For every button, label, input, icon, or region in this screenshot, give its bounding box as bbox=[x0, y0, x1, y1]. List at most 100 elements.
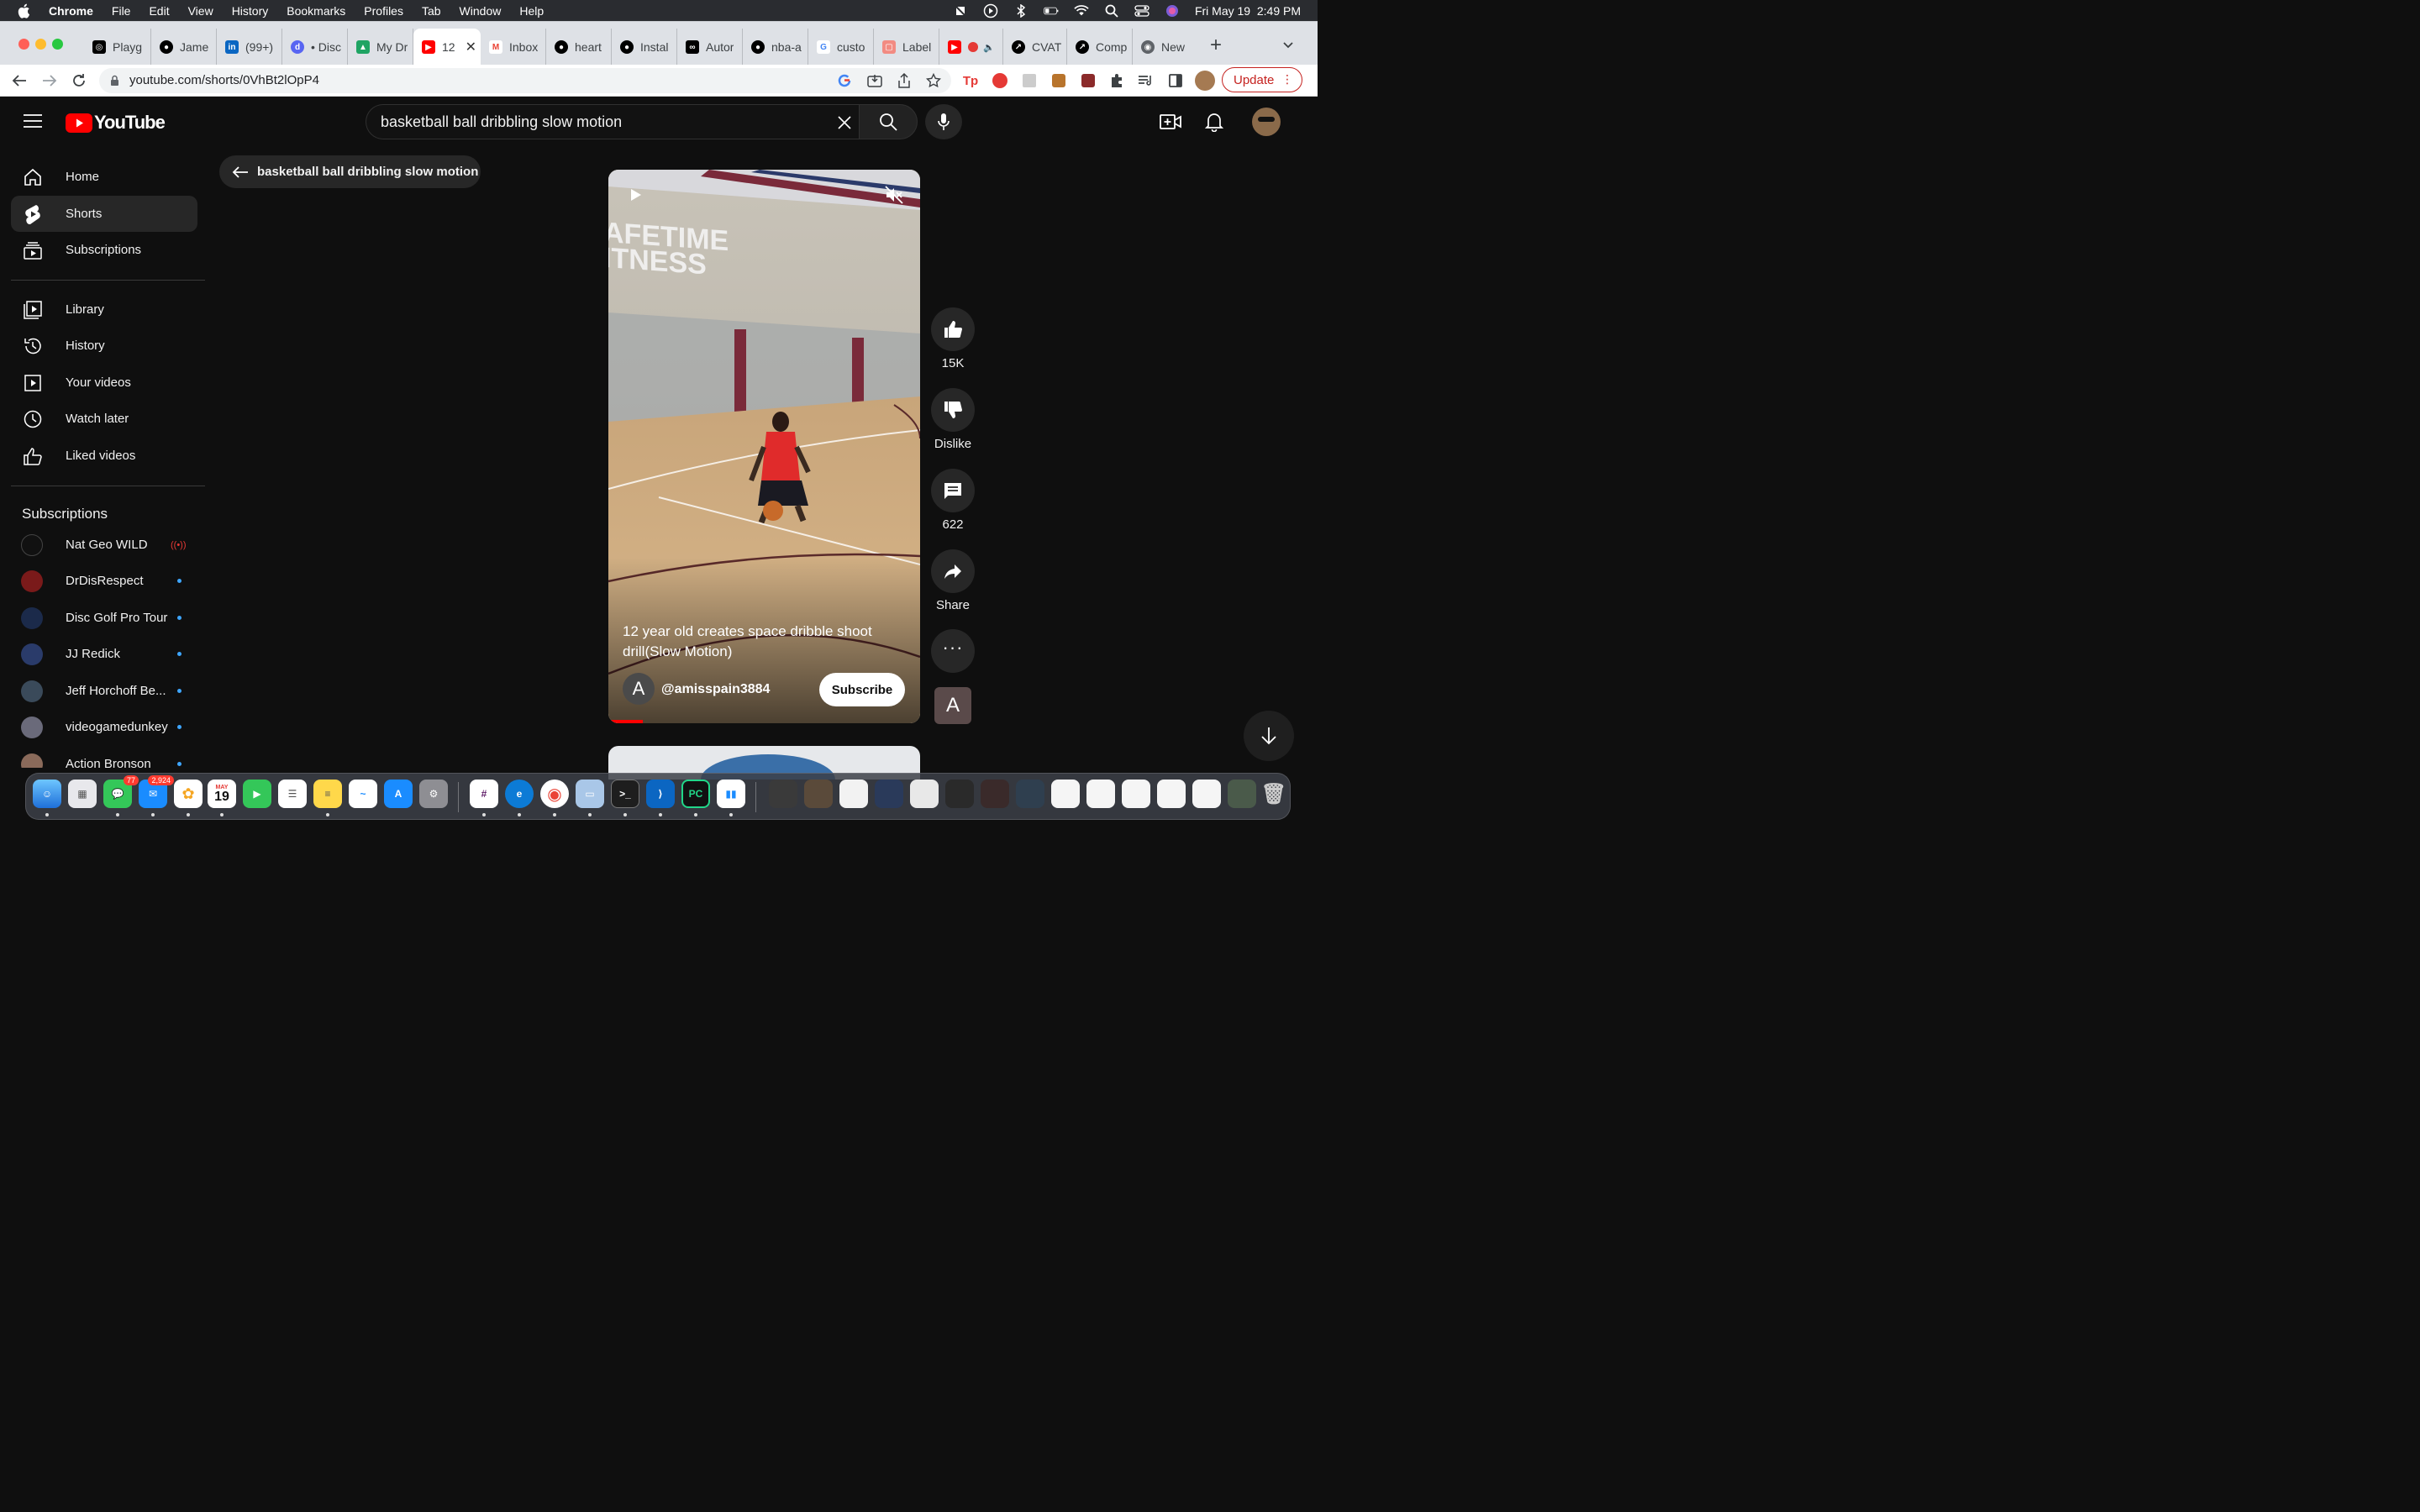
browser-tab[interactable]: ▶ 🔈 bbox=[939, 29, 1003, 66]
close-window-button[interactable] bbox=[18, 39, 29, 50]
subscription-jeff-horchoff[interactable]: Jeff Horchoff Be... bbox=[11, 673, 197, 709]
terminal-icon[interactable]: >_ bbox=[611, 780, 639, 808]
minimized-window-thumbnail[interactable] bbox=[1157, 780, 1186, 808]
zoom-window-button[interactable] bbox=[52, 39, 63, 50]
google-translate-icon[interactable] bbox=[835, 71, 854, 90]
subscription-jj-redick[interactable]: JJ Redick bbox=[11, 636, 197, 672]
browser-tab[interactable]: Gcusto bbox=[808, 29, 874, 66]
play-circle-icon[interactable] bbox=[983, 3, 998, 18]
side-panel-icon[interactable] bbox=[1166, 71, 1185, 90]
extension-badge-icon[interactable] bbox=[1079, 71, 1097, 90]
edge-icon[interactable]: e bbox=[505, 780, 534, 808]
browser-tab[interactable]: ● heart bbox=[546, 29, 612, 66]
bluetooth-icon[interactable] bbox=[1013, 3, 1028, 18]
menu-hamburger-icon[interactable] bbox=[24, 113, 42, 133]
chrome-icon[interactable]: ◉ bbox=[540, 780, 569, 808]
siri-icon[interactable] bbox=[1165, 4, 1180, 18]
install-app-icon[interactable] bbox=[865, 71, 884, 90]
numbers-icon[interactable]: ▮▮ bbox=[717, 780, 745, 808]
lock-icon[interactable] bbox=[110, 75, 119, 87]
audio-source-thumbnail[interactable]: A bbox=[934, 687, 971, 724]
create-video-icon[interactable] bbox=[1160, 113, 1181, 134]
update-button[interactable]: Update ⋮ bbox=[1222, 67, 1302, 92]
wifi-icon[interactable] bbox=[1074, 4, 1089, 18]
share-button[interactable] bbox=[931, 549, 975, 593]
subscription-drdisrespect[interactable]: DrDisRespect bbox=[11, 563, 197, 599]
short-video-player[interactable]: AFETIME ITNESS 12 year old creates space… bbox=[608, 170, 920, 723]
more-actions-button[interactable]: ··· bbox=[931, 629, 975, 673]
minimized-window-thumbnail[interactable] bbox=[1192, 780, 1221, 808]
search-input[interactable] bbox=[381, 113, 818, 131]
minimized-window-thumbnail[interactable] bbox=[1086, 780, 1115, 808]
browser-tab[interactable]: ▲ My Dr bbox=[348, 29, 413, 66]
preview-icon[interactable]: ▭ bbox=[576, 780, 604, 808]
search-box[interactable] bbox=[366, 104, 861, 139]
minimized-window-thumbnail[interactable] bbox=[875, 780, 903, 808]
subscribe-button[interactable]: Subscribe bbox=[819, 673, 905, 706]
system-settings-icon[interactable]: ⚙ bbox=[419, 780, 448, 808]
bookmark-star-icon[interactable] bbox=[924, 71, 943, 90]
channel-handle[interactable]: @amisspain3884 bbox=[661, 682, 770, 697]
sidebar-item-library[interactable]: Library bbox=[11, 291, 197, 328]
notifications-bell-icon[interactable] bbox=[1204, 112, 1224, 136]
menu-help[interactable]: Help bbox=[519, 4, 544, 18]
minimized-window-thumbnail[interactable] bbox=[839, 780, 868, 808]
menu-file[interactable]: File bbox=[112, 4, 131, 18]
like-button[interactable] bbox=[931, 307, 975, 351]
search-button[interactable] bbox=[859, 104, 918, 139]
subscription-nat-geo-wild[interactable]: Nat Geo WILD ((•)) bbox=[11, 527, 197, 563]
finder-icon[interactable]: ☺ bbox=[33, 780, 61, 808]
facetime-icon[interactable]: ▶ bbox=[243, 780, 271, 808]
status-app-icon[interactable] bbox=[953, 4, 968, 18]
minimized-window-thumbnail[interactable] bbox=[945, 780, 974, 808]
channel-avatar[interactable]: A bbox=[623, 673, 655, 705]
clear-search-icon[interactable] bbox=[837, 115, 852, 134]
back-arrow-icon[interactable] bbox=[10, 71, 29, 90]
dislike-button[interactable] bbox=[931, 388, 975, 432]
short-title[interactable]: 12 year old creates space dribble shoot … bbox=[623, 622, 892, 662]
menu-edit[interactable]: Edit bbox=[149, 4, 169, 18]
minimized-window-thumbnail[interactable] bbox=[1122, 780, 1150, 808]
browser-tab[interactable]: ◉ New bbox=[1133, 29, 1197, 66]
account-avatar[interactable] bbox=[1252, 108, 1281, 136]
vscode-icon[interactable]: ⟩ bbox=[646, 780, 675, 808]
minimized-window-thumbnail[interactable] bbox=[769, 780, 797, 808]
sidebar-item-home[interactable]: Home bbox=[11, 159, 197, 195]
browser-tab[interactable]: M Inbox bbox=[481, 29, 546, 66]
browser-tab[interactable]: ↗ CVAT bbox=[1003, 29, 1067, 66]
extension-shield-icon[interactable] bbox=[991, 71, 1009, 90]
comments-button[interactable] bbox=[931, 469, 975, 512]
minimized-window-thumbnail[interactable] bbox=[981, 780, 1009, 808]
muted-volume-icon[interactable] bbox=[884, 185, 904, 209]
sidebar-item-shorts[interactable]: Shorts bbox=[11, 196, 197, 232]
browser-tab[interactable]: in (99+) bbox=[217, 29, 282, 66]
back-to-search-chip[interactable]: basketball ball dribbling slow motion bbox=[219, 155, 481, 188]
youtube-logo[interactable]: YouTube bbox=[66, 112, 166, 134]
menu-window[interactable]: Window bbox=[460, 4, 502, 18]
sidebar-item-history[interactable]: History bbox=[11, 328, 197, 364]
subscription-videogamedunkey[interactable]: videogamedunkey bbox=[11, 709, 197, 745]
sidebar-item-subscriptions[interactable]: Subscriptions bbox=[11, 232, 197, 268]
menu-bookmarks[interactable]: Bookmarks bbox=[287, 4, 345, 18]
minimized-window-thumbnail[interactable] bbox=[804, 780, 833, 808]
app-store-icon[interactable]: A bbox=[384, 780, 413, 808]
share-page-icon[interactable] bbox=[895, 71, 913, 90]
extension-puzzle-tile-icon[interactable] bbox=[1020, 71, 1039, 90]
subscription-action-bronson[interactable]: Action Bronson bbox=[11, 746, 197, 768]
pycharm-icon[interactable]: PC bbox=[681, 780, 710, 808]
browser-tab[interactable]: ↗ Comp bbox=[1067, 29, 1133, 66]
browser-tab[interactable]: d • Disc bbox=[282, 29, 348, 66]
menu-app-name[interactable]: Chrome bbox=[49, 4, 93, 18]
browser-tab[interactable]: ∞ Autor bbox=[677, 29, 743, 66]
extensions-puzzle-icon[interactable] bbox=[1107, 71, 1126, 90]
apple-icon[interactable] bbox=[17, 3, 30, 18]
reload-icon[interactable] bbox=[70, 71, 88, 90]
sidebar-item-liked-videos[interactable]: Liked videos bbox=[11, 438, 197, 474]
subscription-disc-golf-pro-tour[interactable]: Disc Golf Pro Tour bbox=[11, 600, 197, 636]
notes-icon[interactable]: ≡ bbox=[313, 780, 342, 808]
menubar-datetime[interactable]: Fri May 19 2:49 PM bbox=[1195, 4, 1301, 18]
browser-tab[interactable]: ◎ Playg bbox=[84, 29, 151, 66]
trash-icon[interactable]: 🗑 bbox=[1260, 780, 1288, 808]
photos-icon[interactable]: ✿ bbox=[174, 780, 203, 808]
next-short-button[interactable] bbox=[1244, 711, 1294, 761]
